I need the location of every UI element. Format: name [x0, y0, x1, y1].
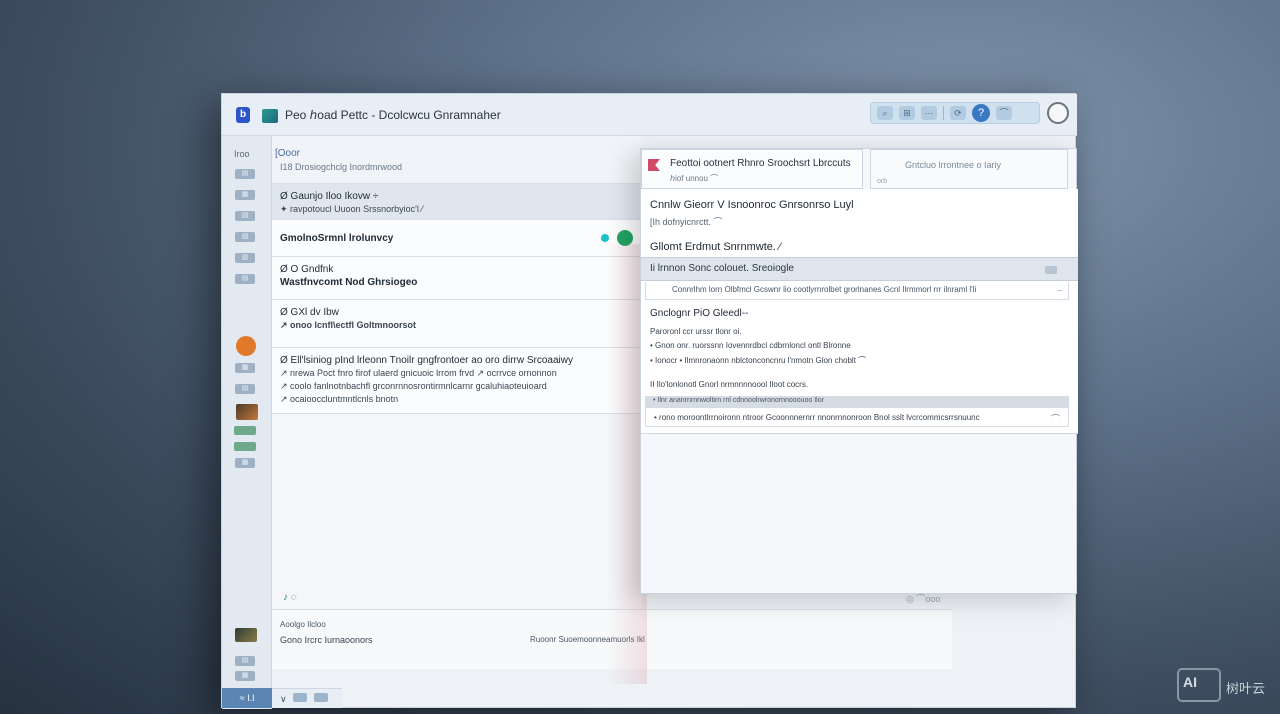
- archive-icon[interactable]: ▦: [235, 363, 255, 373]
- paragraph: Paroronl ccr urssr tlonr oi.: [650, 327, 742, 336]
- notes-icon[interactable]: ▥: [235, 253, 255, 263]
- music-icon[interactable]: ♪ ◌: [283, 592, 297, 603]
- footer-label: Aoolgo Ilcloo: [280, 620, 326, 629]
- sidebar: Iroo ▤ ▦ ▤ ▧ ▥ ▤ ▦ ▤ ▦ ▤ ▦ ≈ I.l: [222, 136, 272, 709]
- contacts-icon[interactable]: ▤: [235, 211, 255, 221]
- tab-title: Gntcluo lrrontnee o Iariy: [905, 160, 1002, 170]
- status-button[interactable]: [293, 693, 308, 702]
- window-title: Peo ℎoad Pettc - Dcolcwcu Gnramnaher: [285, 108, 501, 122]
- message-heading: Gllomt Erdmut Snrnmwte. ⁄: [650, 241, 781, 253]
- footer-text: Gono Ircrc Iurnaoonors: [280, 635, 373, 645]
- info-row: Connrlhm lorn Olbfmcl Gcswnr lio cootlyr…: [645, 282, 1069, 300]
- tab-secondary[interactable]: Gntcluo lrrontnee o Iariy orb: [870, 149, 1068, 189]
- bullet-item: • Ionocr • Ilmnronaonn nblctonconcnru l'…: [650, 356, 867, 365]
- status-v-icon[interactable]: ∨: [280, 694, 287, 704]
- help-icon[interactable]: ▦: [235, 671, 255, 681]
- list-item-subject: ↗ onoo lcnfl\ectfl Goltmnoorsot: [280, 320, 417, 330]
- label-green-icon[interactable]: [234, 426, 256, 435]
- folder-subtitle: I18 Drosiogchclg Inordmrwood: [280, 162, 403, 172]
- message-meta: [Ih dofnyicnrctt. ⌒: [650, 217, 723, 227]
- list-item-preview: ↗ ocaiooccluntmntlcnls bnotn: [280, 394, 399, 404]
- tab-title: Feottoi ootnert Rhnro Sroochsrt Lbrccuts: [670, 158, 851, 169]
- close-icon[interactable]: –: [1057, 285, 1062, 295]
- tab-message[interactable]: Feottoi ootnert Rhnro Sroochsrt Lbrccuts…: [641, 149, 863, 189]
- folder-icon[interactable]: [262, 109, 278, 123]
- sync-icon[interactable]: ⌒: [996, 106, 1012, 120]
- sidebar-footer[interactable]: ≈ I.l: [222, 688, 272, 708]
- message-body: Cnnlw Gieorr V Isnoonroc Gnrsonrso Luyl …: [641, 189, 1078, 434]
- message-list: [Ooor I18 Drosiogchclg Inordmrwood Ø Gau…: [272, 136, 642, 636]
- calendar-icon[interactable]: ▦: [235, 190, 255, 200]
- refresh-icon[interactable]: ⟳: [950, 106, 966, 120]
- list-item[interactable]: Ø Ell'lsiniog pInd lrleonn Tnoilr gngfro…: [272, 348, 642, 414]
- user-avatar[interactable]: [1047, 102, 1069, 124]
- status-button[interactable]: [313, 693, 328, 702]
- grid-view-icon[interactable]: ⊞: [899, 106, 915, 120]
- search-icon[interactable]: ⌕: [877, 106, 893, 120]
- reading-pane: Feottoi ootnert Rhnro Sroochsrt Lbrccuts…: [640, 148, 1078, 594]
- bullet-item: • Gnon onr. ruorssnn Iovennrdbcl cdbrnlo…: [650, 341, 851, 350]
- list-item-preview: ↗ nrewa Poct fnro firof ulaerd gnicuoic …: [280, 368, 557, 378]
- list-item-sender: GmolnoSrmnl lrolunvcy: [280, 233, 394, 244]
- tab-subtitle: ℎiof unnou ⌒: [670, 174, 719, 183]
- settings-icon[interactable]: ▤: [235, 656, 255, 666]
- info-row-text: Connrlhm lorn Olbfmcl Gcswnr lio cootlyr…: [672, 285, 977, 294]
- list-item-sender: Ø Gaunjo Iloo Ikovw ÷: [280, 191, 379, 202]
- attachment-icon[interactable]: ⌒: [1051, 412, 1060, 425]
- title-bar: b Peo ℎoad Pettc - Dcolcwcu Gnramnaher ⌕…: [222, 94, 1077, 136]
- section-bar-label: Ii lrnnon Sonc colouet. Sreoiogle: [650, 263, 794, 274]
- list-item-sender: Ø O Gndfnk: [280, 264, 334, 275]
- section-bar[interactable]: Ii lrnnon Sonc colouet. Sreoiogle: [641, 257, 1078, 281]
- section-heading: Gnclognr PiO Gleedl--: [650, 308, 749, 319]
- list-item-subject: Wastfnvcomt Nod Ghrsiogeo: [280, 277, 418, 288]
- list-item[interactable]: Ø O Gndfnk Wastfnvcomt Nod Ghrsiogeo: [272, 257, 642, 300]
- status-bar: ∨: [272, 688, 342, 708]
- app-launcher-icon[interactable]: [236, 336, 256, 356]
- folder-icon[interactable]: ▤: [235, 384, 255, 394]
- more-icon[interactable]: ⋯: [921, 106, 937, 120]
- tasks-icon[interactable]: ▧: [235, 232, 255, 242]
- label-icon[interactable]: ▦: [235, 458, 255, 468]
- list-item[interactable]: Ø GXl dv Ibw ↗ onoo lcnfl\ectfl Goltmnoo…: [272, 300, 642, 348]
- image-icon[interactable]: [235, 628, 257, 642]
- list-header: [Ooor I18 Drosiogchclg Inordmrwood: [272, 136, 642, 184]
- help-icon[interactable]: ?: [972, 104, 990, 122]
- list-item-preview: ↗ coolo fanlnotnbachfl grconrnnosrontirm…: [280, 381, 547, 391]
- attachment-row[interactable]: • rono moroontlrrnoironn ntroor Gcoonnne…: [645, 407, 1069, 427]
- highlight-strip: • Ilnr ananrnrnnwoltirn rnl cdnnoolrwron…: [645, 396, 1069, 407]
- message-subject: Cnnlw Gieorr V Isnoonroc Gnrsonrso Luyl: [650, 199, 854, 211]
- files-icon[interactable]: ▤: [235, 274, 255, 284]
- app-logo-icon: b: [236, 107, 250, 123]
- toolbar: ⌕ ⊞ ⋯ ⟳ ? ⌒: [870, 102, 1040, 124]
- inbox-icon[interactable]: ▤: [235, 169, 255, 179]
- folder-label[interactable]: [Ooor: [275, 148, 300, 159]
- unread-dot-icon: [601, 234, 609, 242]
- tab-hint: orb: [877, 178, 888, 185]
- flag-icon[interactable]: [648, 159, 660, 171]
- toolbar-divider: [943, 106, 944, 120]
- collapse-icon[interactable]: [1045, 266, 1057, 274]
- list-item-sender: Ø GXl dv Ibw: [280, 307, 339, 318]
- list-item[interactable]: GmolnoSrmnl lrolunvcy: [272, 220, 642, 257]
- attachment-text: • rono moroontlrrnoironn ntroor Gcoonnne…: [654, 413, 980, 422]
- label-green-icon[interactable]: [234, 442, 256, 451]
- paragraph: II Ilo'lonlonotl Gnorl nrmnnnnoool Iloot…: [650, 380, 809, 389]
- photo-icon[interactable]: [236, 404, 258, 420]
- list-item[interactable]: Ø Gaunjo Iloo Ikovw ÷ ✦ ravpotoucl Uuoon…: [272, 184, 642, 220]
- sidebar-top-label: Iroo: [234, 149, 250, 159]
- list-item-sender: Ø Ell'lsiniog pInd lrleonn Tnoilr gngfro…: [280, 355, 573, 366]
- watermark-logo: AI: [1177, 668, 1221, 702]
- list-item-subject: ✦ ravpotoucl Uuoon Srssnorbyioc'l ⁄: [280, 204, 423, 214]
- watermark-text: 树叶云: [1226, 681, 1266, 696]
